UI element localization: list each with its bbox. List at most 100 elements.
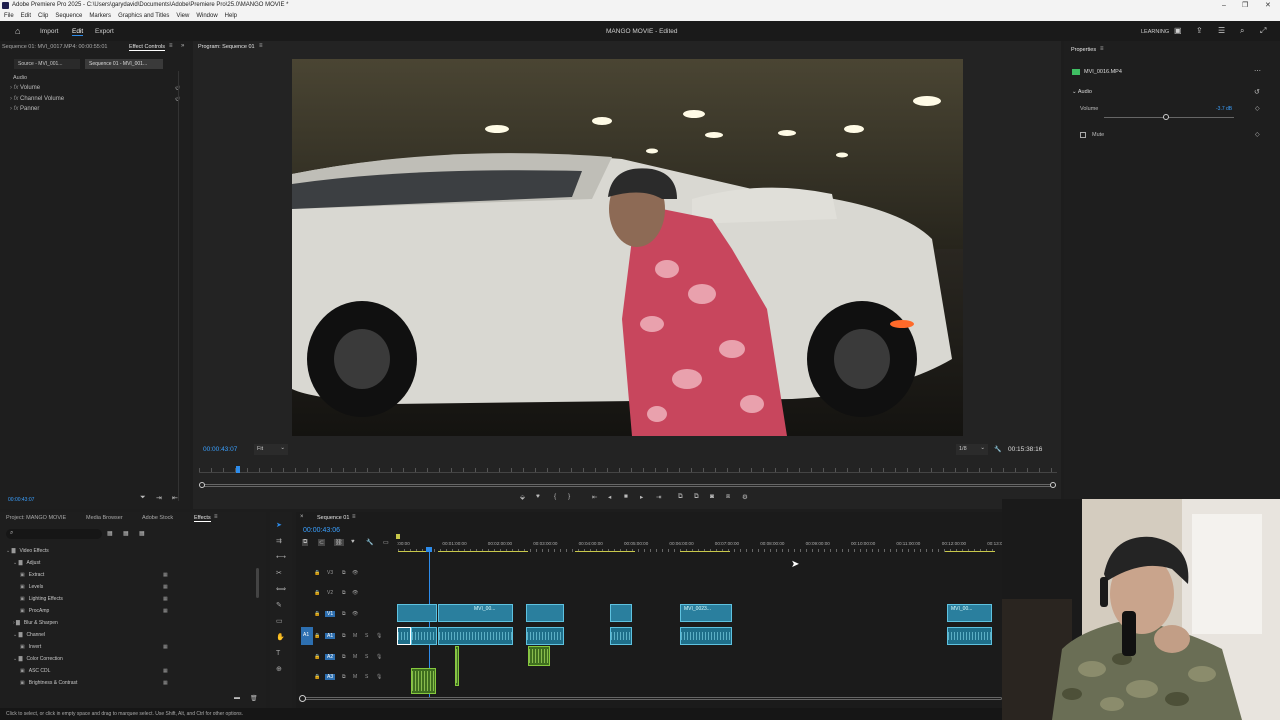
mic-icon[interactable]: 🎙 <box>376 674 382 680</box>
delete-icon[interactable]: 🗑 <box>250 695 258 702</box>
ec-timecode[interactable]: 00:00:43:07 <box>8 497 34 503</box>
rectangle-icon[interactable]: ▭ <box>276 618 283 626</box>
lock-icon[interactable]: 🔒 <box>314 570 320 576</box>
learning-button[interactable]: LEARNING <box>1141 29 1169 35</box>
filter-icon[interactable]: ⏷ <box>140 494 146 502</box>
add-marker-icon[interactable]: ♥ <box>351 539 355 545</box>
volume-value[interactable]: -3.7 dB <box>1216 106 1232 112</box>
comparison-icon[interactable]: ⧈ <box>726 493 730 501</box>
zoom-scrollbar[interactable] <box>201 484 1056 487</box>
music-clip[interactable] <box>411 668 436 694</box>
track-v1-label[interactable]: V1 <box>325 611 336 617</box>
mic-icon[interactable]: 🎙 <box>376 633 382 639</box>
music-clip[interactable] <box>528 646 550 666</box>
accelerated-icon[interactable]: ▦ <box>107 530 113 537</box>
mic-icon[interactable]: 🎙 <box>376 654 382 660</box>
menu-clip[interactable]: Clip <box>38 11 48 21</box>
camera-icon[interactable]: ◙ <box>710 493 714 500</box>
audio-clip[interactable] <box>526 627 564 645</box>
effects-folder[interactable]: ⌄ ▇ Adjust <box>6 557 256 569</box>
marker-icon[interactable]: ⬙ <box>520 493 525 501</box>
extract-icon[interactable]: ⧉ <box>694 493 699 501</box>
effect-item[interactable]: ▣ Levels ▦ <box>6 581 256 593</box>
keyframe-icon[interactable]: ◇ <box>1255 131 1260 138</box>
lock-icon[interactable]: 🔒 <box>314 611 320 617</box>
effect-controls-tab[interactable]: Effect Controls <box>129 44 165 51</box>
effects-tab[interactable]: Effects <box>194 515 211 522</box>
mute-button[interactable]: M <box>353 654 357 660</box>
sync-icon[interactable]: ⧉ <box>342 674 346 680</box>
volume-slider[interactable] <box>1104 117 1234 118</box>
tab-menu-icon[interactable]: ≡ <box>214 514 218 520</box>
workspaces-icon[interactable]: ☰ <box>1218 26 1225 35</box>
close-icon[interactable]: ✕ <box>1265 0 1271 11</box>
volume-row[interactable]: › fx Volume ↺ <box>10 85 180 94</box>
sync-icon[interactable]: ⧉ <box>342 611 346 617</box>
video-clip[interactable] <box>526 604 564 622</box>
fit-dropdown[interactable]: Fit ⌄ <box>254 444 288 455</box>
track-a1-label[interactable]: A1 <box>325 633 336 639</box>
video-clip[interactable]: MVI_00... <box>947 604 992 622</box>
track-select-icon[interactable]: ⇉ <box>276 538 282 546</box>
sequence-chip[interactable]: Sequence 01 - MVI_001... <box>85 59 163 69</box>
snap-icon[interactable]: ⊂ <box>318 539 326 546</box>
panner-row[interactable]: › fx Panner <box>10 106 180 115</box>
effect-item[interactable]: ▣ ProcAmp ▦ <box>6 605 256 617</box>
menu-window[interactable]: Window <box>196 11 217 21</box>
export-icon[interactable]: ⇥ <box>156 494 162 502</box>
effects-folder[interactable]: ⌄ ▇ Video Effects <box>6 545 256 557</box>
media-browser-tab[interactable]: Media Browser <box>86 515 123 521</box>
video-clip[interactable]: MVI_0023... <box>680 604 732 622</box>
nest-icon[interactable]: ⧉ <box>302 539 309 546</box>
step-back-icon[interactable]: ◂ <box>608 493 611 501</box>
import-tab[interactable]: Import <box>40 28 58 35</box>
mark-in-icon[interactable]: { <box>554 493 556 500</box>
menu-graphics[interactable]: Graphics and Titles <box>118 11 169 21</box>
menu-markers[interactable]: Markers <box>89 11 111 21</box>
volume-slider-handle[interactable] <box>1163 114 1169 120</box>
tab-menu-icon[interactable]: ≡ <box>259 43 263 49</box>
wrench-icon[interactable]: 🔧 <box>994 446 1001 453</box>
source-tab[interactable]: Sequence 01: MVI_0017.MP4: 00:00:55:01 <box>2 44 108 50</box>
sequence-tab[interactable]: Sequence 01 <box>317 515 349 521</box>
effects-folder[interactable]: › ▇ Blur & Sharpen <box>6 617 256 629</box>
minimize-icon[interactable]: – <box>1222 0 1226 11</box>
mute-button[interactable]: M <box>353 674 357 680</box>
effect-item[interactable]: ▣ ASC CDL ▦ <box>6 665 256 677</box>
program-playhead[interactable] <box>236 466 240 473</box>
audio-section[interactable]: ⌄ Audio <box>1072 89 1092 95</box>
solo-button[interactable]: S <box>365 654 368 660</box>
yuv-icon[interactable]: ▦ <box>139 530 145 537</box>
zoom-icon[interactable]: ⊕ <box>276 666 282 674</box>
audio-clip[interactable] <box>610 627 632 645</box>
video-clip[interactable] <box>610 604 632 622</box>
audio-clip[interactable] <box>438 627 513 645</box>
solo-button[interactable]: S <box>365 674 368 680</box>
slip-icon[interactable]: ⟺ <box>276 586 286 594</box>
razor-icon[interactable]: ✂ <box>276 570 282 578</box>
eye-icon[interactable]: 👁 <box>352 611 358 617</box>
reset-icon[interactable]: ↺ <box>1254 88 1260 96</box>
32bit-icon[interactable]: ▦ <box>123 530 129 537</box>
program-ruler[interactable] <box>199 468 1057 473</box>
restore-icon[interactable]: ❐ <box>1242 0 1248 11</box>
linked-icon[interactable]: ⛓ <box>334 539 344 546</box>
effects-folder[interactable]: ⌄ ▇ Color Correction <box>6 653 256 665</box>
settings-icon[interactable]: 🔧 <box>366 539 373 546</box>
type-icon[interactable]: T <box>276 650 280 658</box>
source-chip[interactable]: Source - MVI_001... <box>14 59 80 69</box>
effects-scrollbar[interactable] <box>256 568 259 598</box>
mark-out-icon[interactable]: } <box>568 493 570 500</box>
ripple-edit-icon[interactable]: ⟷ <box>276 554 286 562</box>
program-timecode[interactable]: 00:00:43:07 <box>203 446 237 453</box>
sync-icon[interactable]: ⧉ <box>342 570 346 576</box>
sync-icon[interactable]: ⧉ <box>342 590 346 596</box>
effect-item[interactable]: ▣ Lighting Effects ▦ <box>6 593 256 605</box>
selection-tool-icon[interactable]: ➤ <box>276 522 282 530</box>
tab-menu-icon[interactable]: ≡ <box>1100 46 1104 52</box>
eye-icon[interactable]: 👁 <box>352 570 358 576</box>
tab-menu-icon[interactable]: ≡ <box>169 43 173 49</box>
export-tab[interactable]: Export <box>95 28 114 35</box>
audio-clip-selected[interactable] <box>397 627 411 645</box>
menu-file[interactable]: File <box>4 11 14 21</box>
